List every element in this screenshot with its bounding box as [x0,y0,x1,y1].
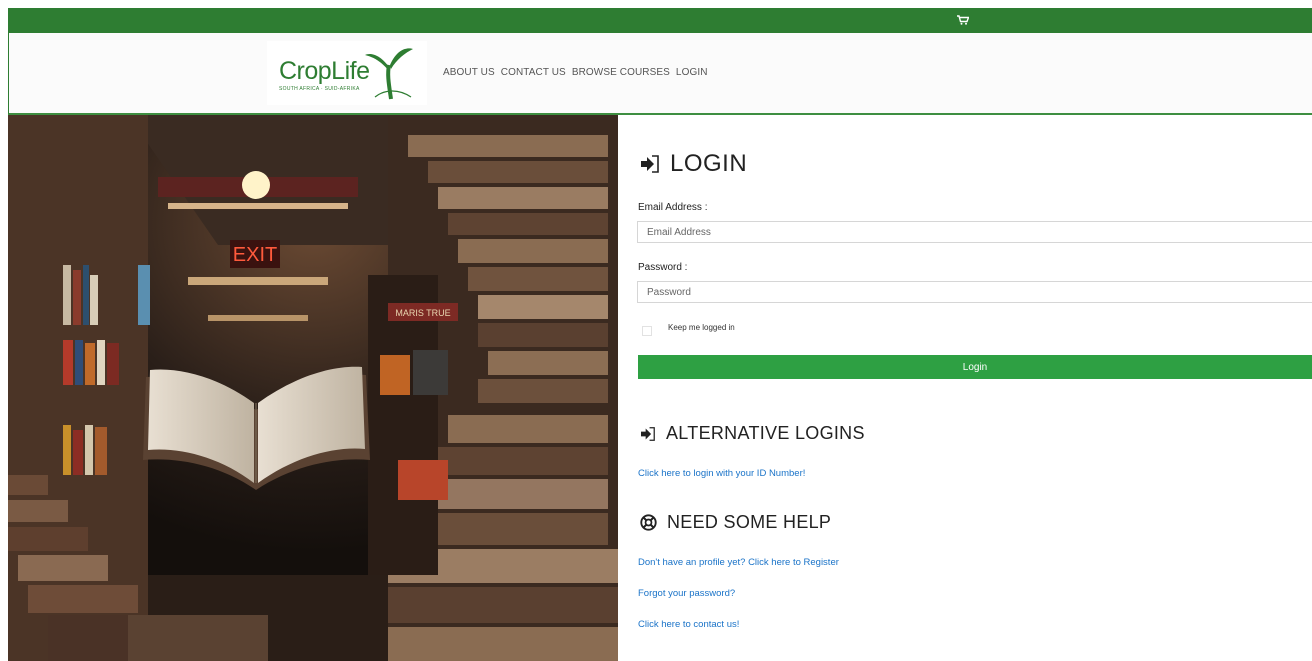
sign-in-icon [641,426,655,441]
password-label: Password : [638,262,688,273]
login-heading-text: LOGIN [670,150,748,177]
login-button[interactable]: Login [638,355,1312,379]
nav-login[interactable]: LOGIN [676,67,708,78]
contact-us-link[interactable]: Click here to contact us! [638,619,739,630]
logo-subtext: SOUTH AFRICA · SUID-AFRIKA [279,86,360,92]
password-input[interactable] [637,281,1312,303]
keep-logged-in-checkbox[interactable] [642,326,652,336]
login-heading: LOGIN [640,150,747,178]
sprout-icon [365,48,413,100]
alternative-logins-heading-text: ALTERNATIVE LOGINS [666,423,865,443]
forgot-password-link[interactable]: Forgot your password? [638,588,735,599]
life-ring-icon [640,514,657,531]
logo-text: CropLife [279,57,370,85]
nav-contact-us[interactable]: CONTACT US [501,67,566,78]
email-input[interactable] [637,221,1312,243]
register-link[interactable]: Don't have an profile yet? Click here to… [638,557,839,568]
need-help-heading: NEED SOME HELP [640,512,831,533]
email-label: Email Address : [638,202,708,213]
login-panel [618,115,1312,661]
need-help-heading-text: NEED SOME HELP [667,512,832,532]
site-header: CropLife SOUTH AFRICA · SUID-AFRIKA ABOU… [8,33,1312,115]
hero-library-image: EXIT MARIS TRUE [8,115,618,661]
cart-icon[interactable] [957,15,969,25]
main-nav: ABOUT US CONTACT US BROWSE COURSES LOGIN [443,67,714,78]
alternative-logins-heading: ALTERNATIVE LOGINS [640,423,865,444]
library-illustration: EXIT MARIS TRUE [8,115,618,661]
top-bar [8,8,1312,33]
sign-in-icon [641,155,659,173]
nav-browse-courses[interactable]: BROWSE COURSES [572,67,670,78]
page-frame-left [0,0,8,661]
keep-logged-in-label: Keep me logged in [668,323,735,332]
nav-about-us[interactable]: ABOUT US [443,67,495,78]
id-number-login-link[interactable]: Click here to login with your ID Number! [638,468,805,479]
croplife-logo[interactable]: CropLife SOUTH AFRICA · SUID-AFRIKA [267,41,427,105]
exit-sign: EXIT [233,244,277,266]
page-frame-top [0,0,1312,8]
book-spine-text: MARIS TRUE [395,308,450,318]
